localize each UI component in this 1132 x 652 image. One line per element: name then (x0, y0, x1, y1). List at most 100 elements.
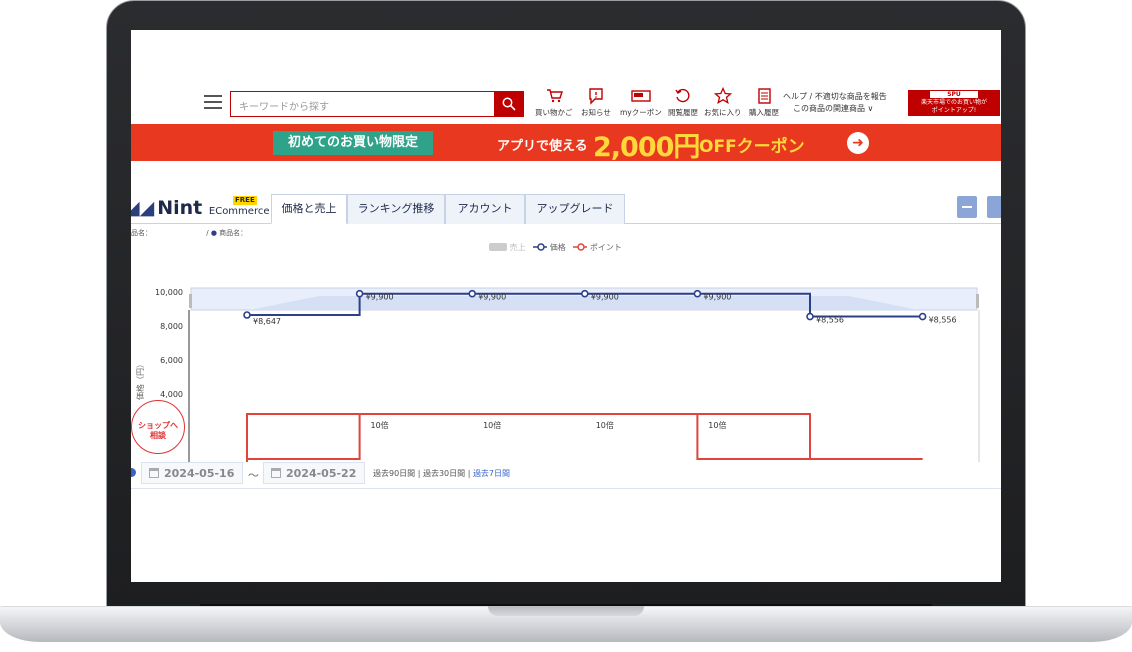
receipt-icon (758, 88, 771, 104)
range-links: 過去90日間 | 過去30日間 | 過去7日間 (373, 468, 510, 479)
arrow-right-icon[interactable]: ➜ (847, 132, 869, 154)
coupon-button[interactable]: myクーポン (620, 87, 662, 118)
legend-sales-swatch[interactable] (489, 243, 507, 251)
price-data-label: ¥9,900 (478, 293, 506, 302)
legend-price-swatch[interactable] (533, 242, 548, 252)
shop-consult-line-1: ショップへ (138, 421, 178, 430)
price-data-label: ¥9,900 (366, 293, 394, 302)
separator: | (415, 469, 423, 478)
history-label: 閲覧履歴 (668, 108, 698, 117)
point-data-label: 10倍 (596, 420, 614, 430)
banner-coupon-text: OFFクーポン (699, 137, 805, 157)
purchase-history-button[interactable]: 購入履歴 (749, 87, 779, 118)
range-7-link[interactable]: 過去7日間 (473, 469, 510, 478)
start-date-input[interactable]: 2024-05-16 (141, 462, 243, 484)
history-button[interactable]: 閲覧履歴 (668, 87, 698, 118)
first-purchase-button[interactable]: 初めてのお買い物限定 (273, 131, 433, 155)
minimize-button[interactable] (957, 196, 977, 218)
star-icon (713, 87, 732, 104)
start-date: 2024-05-16 (164, 467, 235, 480)
legend-price-label[interactable]: 価格 (550, 243, 566, 252)
notice-label: お知らせ (581, 108, 611, 117)
close-button[interactable] (987, 196, 1001, 218)
point-data-label: 10倍 (371, 420, 389, 430)
price-point (243, 311, 251, 319)
spu-banner[interactable]: SPU 楽天市場でのお買い物が ポイントアップ! (908, 90, 1000, 116)
legend-sales-label[interactable]: 売上 (510, 243, 526, 252)
spu-label: SPU (930, 91, 978, 98)
price-data-label: ¥9,900 (703, 293, 731, 302)
end-date-input[interactable]: 2024-05-22 (263, 462, 365, 484)
notice-button[interactable]: お知らせ (581, 87, 611, 118)
tab-price-sales[interactable]: 価格と売上 (271, 194, 347, 224)
date-range-bar: 2024-05-16 ～ 2024-05-22 過去90日間 | 過去30日間 … (131, 461, 1001, 489)
site-header: キーワードから探す 買い物かご お知らせ myクーポン 閲覧履歴 お気に入り 購… (131, 85, 1001, 123)
info-left: 品名： (131, 229, 152, 237)
coupon-icon (631, 90, 651, 102)
cart-button[interactable]: 買い物かご (535, 87, 573, 118)
shop-consult-button[interactable]: ショップへ 相談 (131, 400, 185, 454)
free-badge: FREE (233, 196, 257, 205)
hamburger-menu-icon[interactable] (204, 95, 222, 111)
help-line-2[interactable]: この商品の関連商品 ∨ (783, 103, 887, 115)
search-button[interactable] (494, 91, 524, 117)
coupon-banner[interactable]: 初めてのお買い物限定 アプリで使える 2,000円 OFFクーポン ➜ (131, 124, 1001, 163)
cart-icon (546, 89, 563, 103)
notice-icon (589, 88, 603, 105)
cart-label: 買い物かご (535, 108, 573, 117)
banner-amount: 2,000円 (593, 132, 700, 163)
price-point (355, 289, 364, 298)
shop-consult-line-2: 相談 (150, 431, 166, 440)
tab-account[interactable]: アカウント (445, 194, 525, 224)
point-line (246, 413, 923, 462)
zoom-slider-shape (249, 296, 919, 310)
price-point (580, 289, 589, 298)
screen: キーワードから探す 買い物かご お知らせ myクーポン 閲覧履歴 お気に入り 購… (131, 30, 1001, 582)
search-input[interactable]: キーワードから探す (230, 91, 494, 117)
range-30-link[interactable]: 過去30日間 (423, 469, 465, 478)
point-data-label: 10倍 (483, 420, 501, 430)
favorites-button[interactable]: お気に入り (704, 87, 742, 118)
tab-upgrade[interactable]: アップグレード (525, 194, 625, 224)
price-point (806, 312, 814, 321)
help-links[interactable]: ヘルプ / 不適切な商品を報告 この商品の関連商品 ∨ (783, 91, 887, 115)
y-axis-label: 価格（円） (135, 360, 145, 400)
y-tick-label: 8,000 (160, 322, 183, 331)
separator: | (465, 469, 473, 478)
price-data-label: ¥8,647 (253, 317, 281, 326)
legend-point-label[interactable]: ポイント (590, 243, 622, 252)
point-line-step (246, 413, 923, 462)
price-point (918, 312, 927, 321)
calendar-icon (149, 468, 159, 478)
range-tilde: ～ (248, 469, 259, 482)
y-tick-label: 6,000 (160, 356, 183, 365)
laptop-notch (488, 606, 644, 616)
end-date: 2024-05-22 (286, 467, 357, 480)
info-right: 商品名： (219, 229, 248, 237)
help-line-1[interactable]: ヘルプ / 不適切な商品を報告 (783, 91, 887, 103)
search-icon (502, 97, 516, 111)
calendar-icon (271, 468, 281, 478)
y-tick-label: 4,000 (160, 390, 183, 399)
range-dot (131, 468, 136, 477)
product-info: 品名： / ● 商品名： (131, 229, 248, 237)
info-icon: ● (210, 229, 217, 237)
price-point-chart: 10,0008,0006,0004,0002,000価格（円）2024-05-1… (135, 287, 980, 462)
zoom-handle-left (189, 294, 192, 308)
range-90-link[interactable]: 過去90日間 (373, 469, 415, 478)
zoom-handle-right (976, 294, 979, 308)
nint-logo-sub: ECommerce (208, 206, 270, 217)
spu-line-1: 楽天市場でのお買い物が (920, 99, 987, 106)
purchase-history-label: 購入履歴 (749, 108, 779, 117)
banner-app-text: アプリで使える (497, 139, 588, 154)
tab-ranking[interactable]: ランキング推移 (347, 194, 445, 224)
price-point (693, 289, 702, 298)
y-tick-label: 10,000 (155, 288, 183, 297)
price-point (468, 289, 477, 298)
price-data-label: ¥9,900 (591, 293, 619, 302)
price-data-label: ¥8,556 (816, 316, 844, 325)
spu-line-2: ポイントアップ! (931, 107, 977, 114)
legend-point-swatch[interactable] (573, 242, 588, 252)
point-data-label: 10倍 (708, 420, 726, 430)
nint-logo-text: Nint (157, 197, 203, 219)
